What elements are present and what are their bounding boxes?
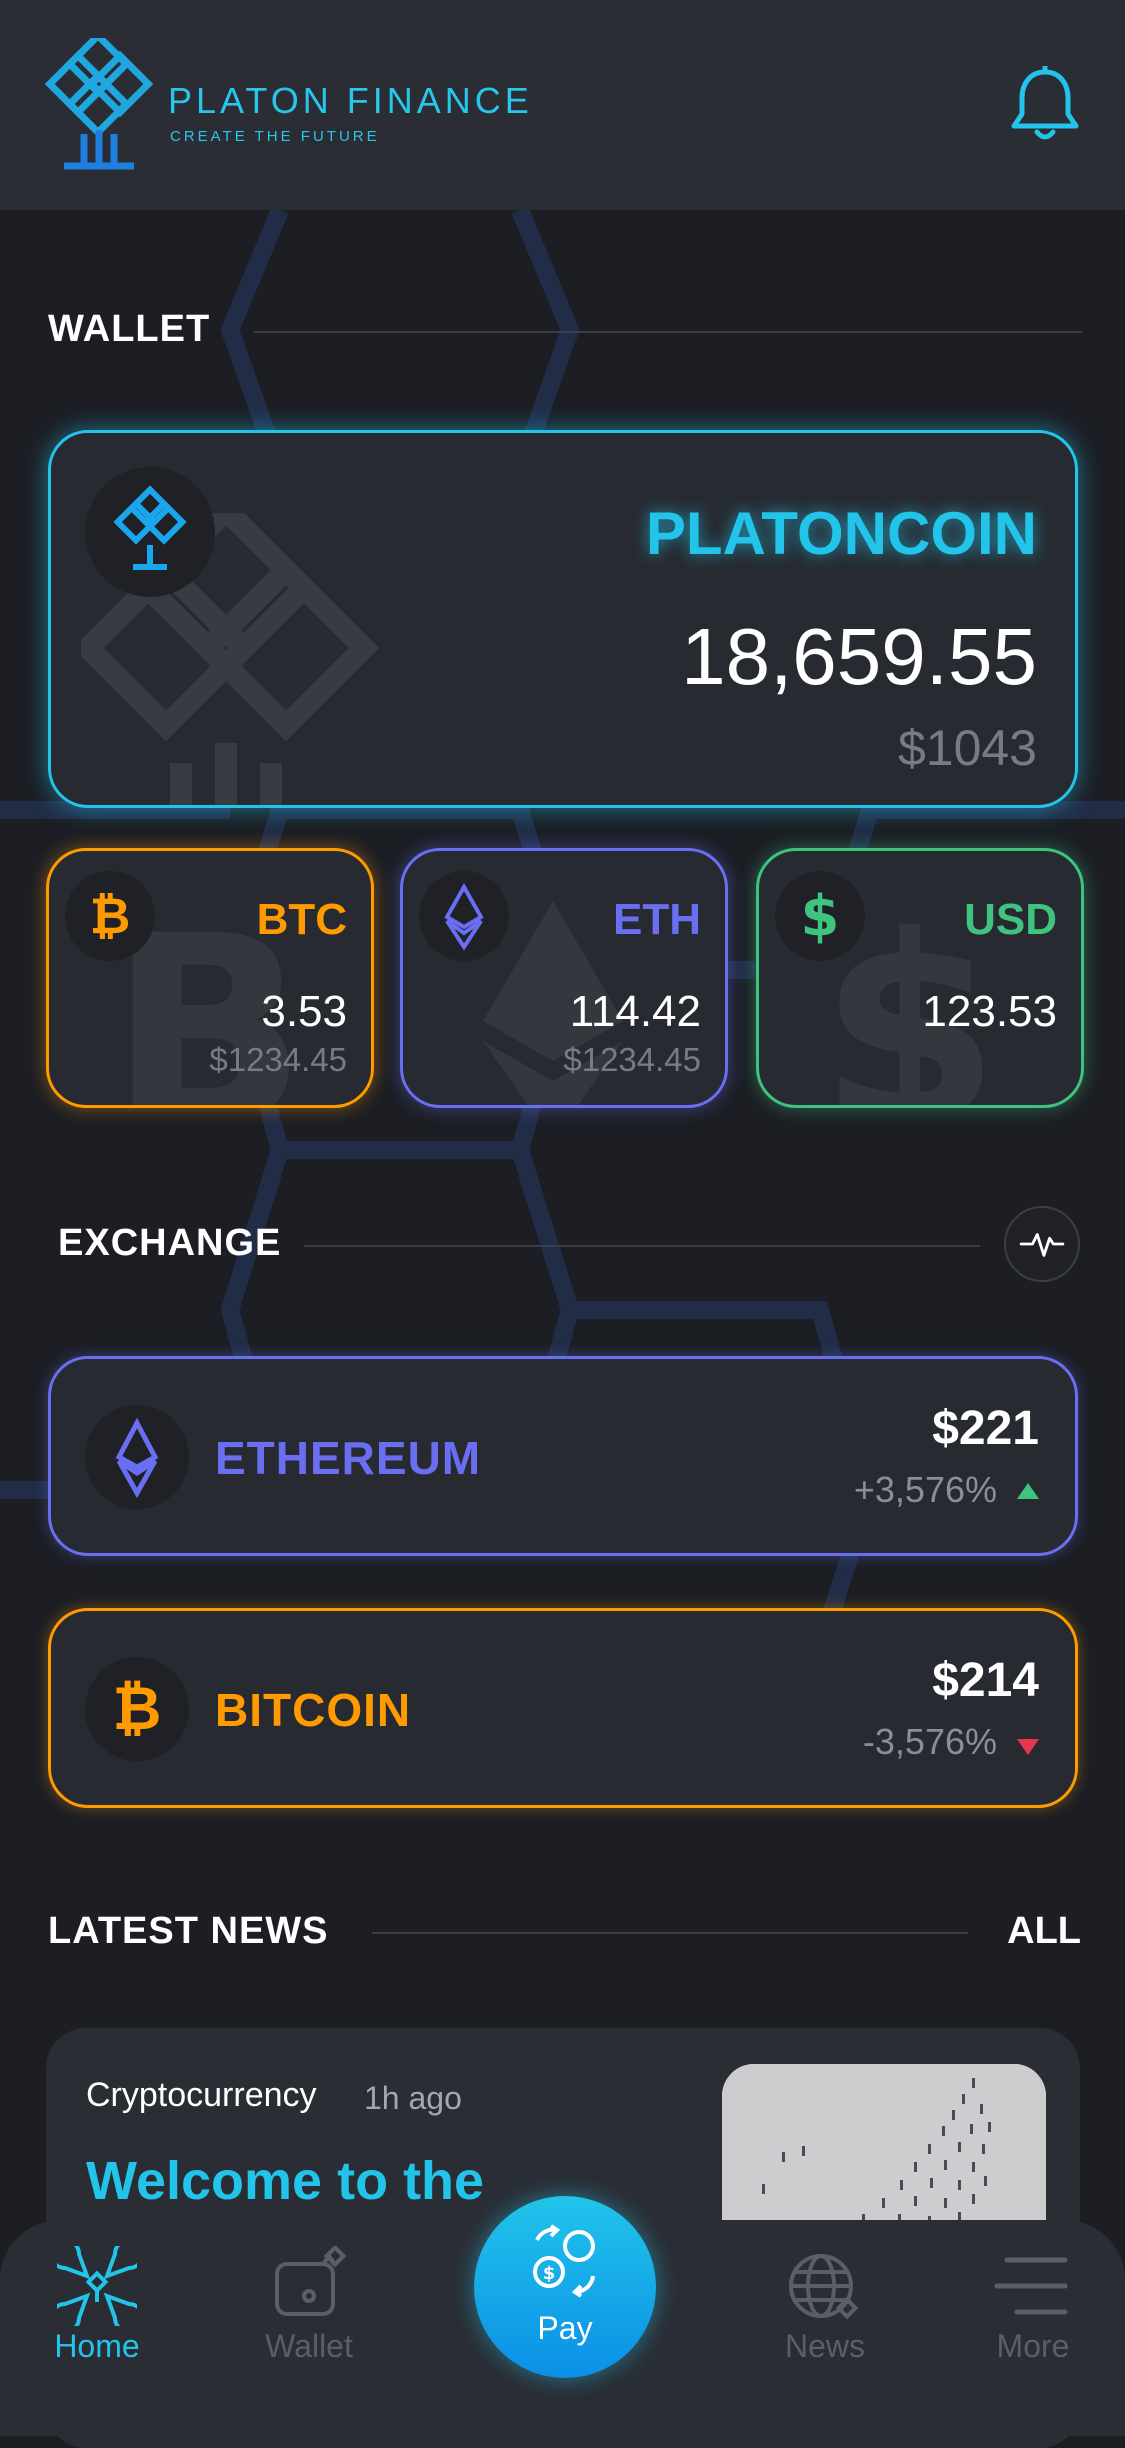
- menu-icon: [994, 2257, 1068, 2315]
- up-arrow-icon: [1017, 1483, 1039, 1499]
- exchange-section-title: EXCHANGE: [58, 1222, 282, 1264]
- wallet-section-title: WALLET: [48, 308, 211, 350]
- nav-news[interactable]: News: [750, 2220, 900, 2436]
- nav-home[interactable]: Home: [22, 2220, 172, 2436]
- divider: [372, 1932, 968, 1934]
- nav-wallet[interactable]: Wallet: [234, 2220, 384, 2436]
- exchange-row-ethereum[interactable]: ETHEREUM $221 +3,576%: [48, 1356, 1078, 1556]
- news-category: Cryptocurrency: [86, 2076, 317, 2114]
- wallet-icon: [275, 2246, 347, 2316]
- down-arrow-icon: [1017, 1739, 1039, 1755]
- exchange-coin-name: BITCOIN: [215, 1684, 412, 1736]
- nav-label: Wallet: [265, 2328, 353, 2364]
- home-icon: [57, 2246, 137, 2326]
- pay-label: Pay: [537, 2310, 593, 2346]
- svg-text:₿: ₿: [113, 1674, 162, 1744]
- globe-icon: [789, 2254, 859, 2320]
- ethereum-icon-badge: [85, 1405, 189, 1509]
- bitcoin-icon-badge: ₿: [65, 871, 155, 961]
- btc-amount: 3.53: [261, 987, 347, 1036]
- exchange-price: $221: [932, 1402, 1039, 1455]
- platon-logo-icon: [44, 38, 154, 170]
- exchange-coin-name: ETHEREUM: [215, 1432, 482, 1484]
- eth-usd-value: $1234.45: [563, 1041, 701, 1078]
- pulse-icon: [1019, 1233, 1065, 1257]
- svg-text:₿: ₿: [90, 887, 131, 945]
- platoncoin-wallet-card[interactable]: PLATONCOIN 18,659.55 $1043: [48, 430, 1078, 808]
- divider: [254, 331, 1082, 333]
- exchange-price: $214: [932, 1654, 1039, 1707]
- nav-label: News: [784, 2328, 865, 2364]
- platoncoin-icon-badge: [85, 467, 215, 597]
- exchange-row-bitcoin[interactable]: ₿ BITCOIN $214 -3,576%: [48, 1608, 1078, 1808]
- brand-tagline: CREATE THE FUTURE: [170, 128, 380, 145]
- coin-usd-value: $1043: [897, 720, 1037, 776]
- ethereum-icon: [115, 1417, 159, 1499]
- btc-usd-value: $1234.45: [209, 1041, 347, 1078]
- btc-ticker: BTC: [256, 895, 347, 944]
- app-header: PLATON FINANCE CREATE THE FUTURE: [0, 0, 1125, 210]
- usd-amount: 123.53: [922, 987, 1057, 1036]
- coin-name: PLATONCOIN: [645, 500, 1037, 567]
- bitcoin-icon: ₿: [90, 887, 131, 945]
- nav-label: Home: [54, 2328, 140, 2364]
- coin-balance: 18,659.55: [681, 612, 1037, 701]
- svg-text:$: $: [543, 2263, 556, 2284]
- eth-wallet-card[interactable]: ETH 114.42 $1234.45: [400, 848, 728, 1108]
- divider: [304, 1245, 980, 1247]
- ethereum-icon: [444, 882, 484, 951]
- usd-wallet-card[interactable]: $ $ USD 123.53: [756, 848, 1084, 1108]
- dollar-icon: $: [801, 884, 840, 949]
- dollar-icon-badge: $: [775, 871, 865, 961]
- btc-wallet-card[interactable]: B ₿ BTC 3.53 $1234.45: [46, 848, 374, 1108]
- usd-ticker: USD: [964, 895, 1057, 944]
- svg-text:$: $: [801, 884, 840, 949]
- bitcoin-icon: ₿: [113, 1674, 162, 1744]
- ethereum-icon-badge: [419, 871, 509, 961]
- eth-amount: 114.42: [569, 987, 701, 1036]
- exchange-chart-button[interactable]: [1004, 1206, 1080, 1282]
- pay-button[interactable]: $ Pay: [474, 2196, 656, 2378]
- news-time: 1h ago: [364, 2080, 462, 2116]
- news-all-link[interactable]: ALL: [1007, 1910, 1081, 1953]
- bitcoin-icon-badge: ₿: [85, 1657, 189, 1761]
- nav-label: More: [996, 2328, 1070, 2364]
- platoncoin-icon: [113, 485, 187, 570]
- eth-ticker: ETH: [613, 895, 701, 944]
- news-headline: Welcome to the: [86, 2151, 485, 2211]
- exchange-change: -3,576%: [862, 1721, 997, 1762]
- news-section-title: LATEST NEWS: [48, 1910, 329, 1952]
- brand-name: PLATON FINANCE: [168, 80, 533, 121]
- pay-icon: $: [533, 2224, 595, 2298]
- nav-more[interactable]: More: [958, 2220, 1108, 2436]
- bell-icon[interactable]: [1010, 66, 1080, 144]
- exchange-change: +3,576%: [853, 1469, 997, 1510]
